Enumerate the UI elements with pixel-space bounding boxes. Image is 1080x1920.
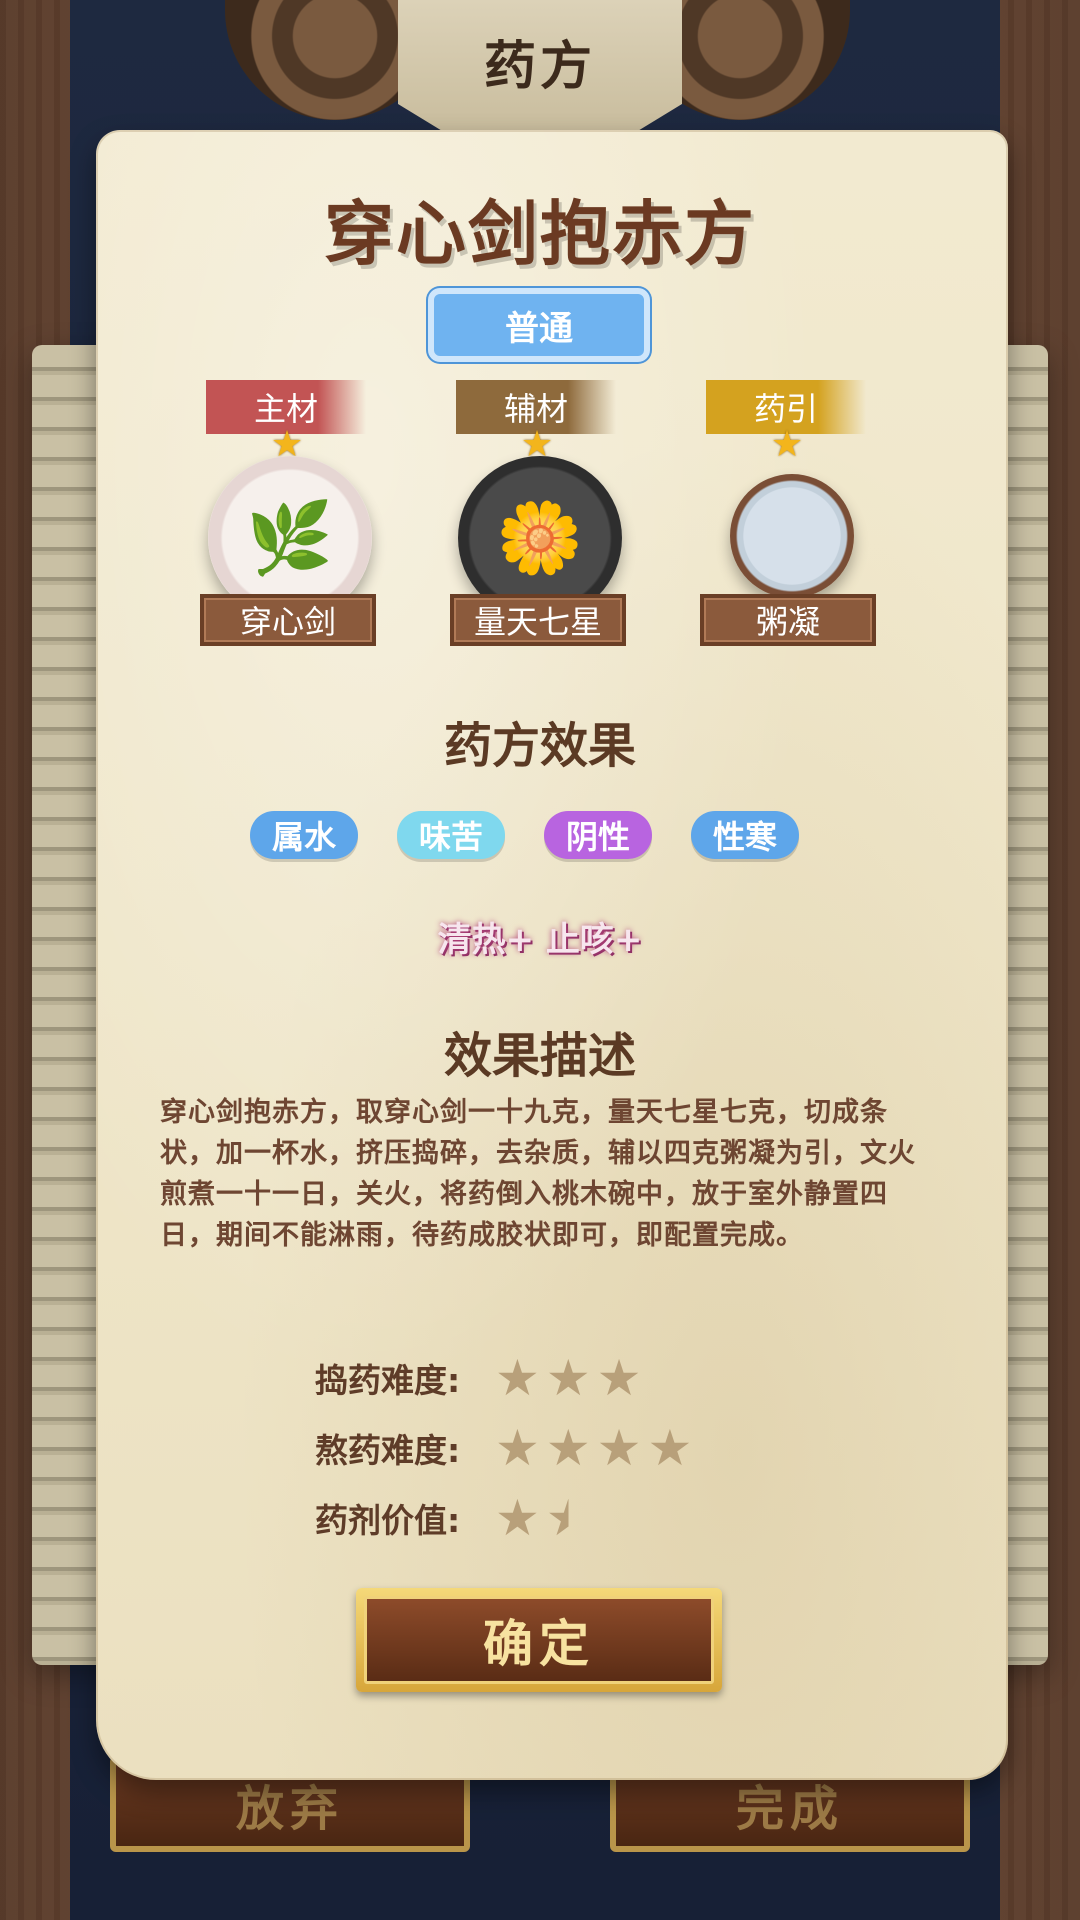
effect-tag: 阴性 xyxy=(544,811,652,859)
ingredient-name: 粥凝 xyxy=(700,594,876,646)
ingredient-name: 穿心剑 xyxy=(200,594,376,646)
confirm-button[interactable]: 确定 xyxy=(356,1588,722,1692)
description-text: 穿心剑抱赤方，取穿心剑一十九克，量天七星七克，切成条状，加一杯水，挤压捣碎，去杂… xyxy=(160,1097,916,1251)
rating-row-brewing: 熬药难度: ★ ★ ★ ★ xyxy=(315,1420,692,1476)
rating-row-grinding: 捣药难度: ★ ★ ★ xyxy=(315,1350,641,1406)
star-icon: ★ xyxy=(495,1489,540,1547)
recipe-name: 穿心剑抱赤方 xyxy=(324,193,756,275)
star-icon: ★ xyxy=(495,1419,540,1477)
star-icon: ★ xyxy=(545,1349,591,1407)
effect-tag: 味苦 xyxy=(397,811,505,859)
star-icon: ★ xyxy=(545,1419,591,1477)
bowl-icon xyxy=(730,474,854,598)
star-icon: ★ xyxy=(770,424,804,465)
rating-stars: ★ ★ ★ ★ xyxy=(495,1423,692,1473)
effect-bonus: 清热+ 止咳+ xyxy=(437,920,643,960)
header-title: 药方 xyxy=(483,36,596,97)
star-icon: ★ xyxy=(596,1349,642,1407)
rating-label: 捣药难度: xyxy=(315,1361,461,1400)
rating-row-value: 药剂价值: ★ ★ xyxy=(315,1490,591,1546)
star-icon: ★ xyxy=(647,1419,693,1477)
effect-tag: 性寒 xyxy=(691,811,799,859)
star-icon: ★ xyxy=(495,1349,540,1407)
effects-heading: 药方效果 xyxy=(443,718,636,774)
grade-label: 普通 xyxy=(505,308,573,349)
header-plaque: 药方 xyxy=(398,0,682,130)
rating-label: 药剂价值: xyxy=(315,1501,461,1540)
star-icon: ★ xyxy=(596,1419,642,1477)
ingredient-aux[interactable]: 辅材 ★ 🌼 量天七星 xyxy=(450,380,630,650)
rating-stars: ★ ★ ★ xyxy=(495,1353,641,1403)
rating-stars: ★ ★ xyxy=(495,1493,591,1543)
rating-label: 熬药难度: xyxy=(315,1431,461,1470)
effect-tag: 属水 xyxy=(250,811,358,859)
confirm-label: 确定 xyxy=(364,1596,714,1684)
grade-badge: 普通 xyxy=(428,288,650,362)
description-heading: 效果描述 xyxy=(443,1028,636,1084)
ingredient-name: 量天七星 xyxy=(450,594,626,646)
ingredient-main[interactable]: 主材 ★ 🌿 穿心剑 xyxy=(200,380,380,650)
half-star-icon: ★ xyxy=(545,1489,591,1547)
ingredient-guide[interactable]: 药引 ★ 粥凝 xyxy=(700,380,880,650)
